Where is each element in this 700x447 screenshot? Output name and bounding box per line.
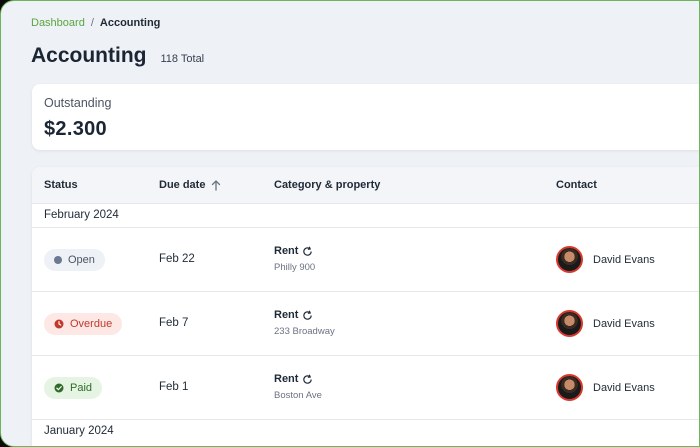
contact-cell: David Evans (556, 310, 655, 337)
column-header-category-label: Category & property (274, 179, 381, 191)
table-row[interactable]: Paid Feb 1 Rent Boston Ave David Evans (32, 356, 699, 420)
column-header-due-date[interactable]: Due date (159, 179, 221, 191)
column-header-due-date-label: Due date (159, 179, 206, 191)
contact-name: David Evans (593, 317, 655, 330)
avatar (556, 310, 583, 337)
accounting-table: Status Due date Category & property Cont… (32, 167, 699, 446)
status-label: Overdue (70, 318, 113, 330)
status-badge: Open (44, 249, 105, 271)
status-badge: Paid (44, 377, 103, 399)
property-label: 233 Broadway (274, 326, 335, 337)
category-label: Rent (274, 309, 299, 321)
category-cell: Rent Philly 900 (274, 245, 315, 273)
app-frame: Dashboard / Accounting Accounting 118 To… (0, 0, 700, 447)
recurring-icon (303, 374, 313, 384)
contact-cell: David Evans (556, 246, 655, 273)
clock-icon (54, 319, 64, 329)
breadcrumb-separator: / (90, 17, 94, 29)
outstanding-label: Outstanding (44, 96, 112, 110)
column-header-status[interactable]: Status (44, 179, 78, 191)
column-header-status-label: Status (44, 179, 78, 191)
breadcrumb: Dashboard / Accounting (31, 17, 160, 29)
due-date: Feb 22 (159, 253, 195, 265)
check-circle-icon (54, 383, 64, 393)
status-label: Paid (70, 382, 93, 394)
page-title: Accounting (31, 44, 147, 67)
column-header-category[interactable]: Category & property (274, 179, 380, 191)
status-badge: Overdue (44, 313, 123, 335)
outstanding-card: Outstanding $2.300 (32, 84, 699, 150)
avatar (556, 246, 583, 273)
table-row[interactable]: Open Feb 22 Rent Philly 900 David Evans (32, 228, 699, 292)
avatar (556, 374, 583, 401)
recurring-icon (303, 310, 313, 320)
breadcrumb-current: Accounting (99, 17, 161, 29)
title-row: Accounting 118 Total (31, 44, 204, 68)
category-cell: Rent Boston Ave (274, 373, 322, 401)
group-row-february: February 2024 (32, 204, 699, 228)
column-header-contact-label: Contact (556, 179, 597, 191)
due-date: Feb 7 (159, 317, 189, 329)
breadcrumb-dashboard-link[interactable]: Dashboard (31, 17, 85, 29)
contact-cell: David Evans (556, 374, 655, 401)
group-row-january: January 2024 (44, 425, 114, 437)
table-header: Status Due date Category & property Cont… (32, 167, 699, 204)
category-cell: Rent 233 Broadway (274, 309, 335, 337)
due-date: Feb 1 (159, 381, 189, 393)
property-label: Boston Ave (274, 390, 322, 401)
outstanding-value: $2.300 (44, 118, 107, 140)
contact-name: David Evans (593, 253, 655, 266)
total-count: 118 Total (160, 53, 205, 65)
table-row[interactable]: Overdue Feb 7 Rent 233 Broadway David Ev… (32, 292, 699, 356)
dot-icon (54, 256, 62, 264)
property-label: Philly 900 (274, 262, 316, 273)
contact-name: David Evans (593, 381, 655, 394)
status-label: Open (68, 254, 95, 266)
category-label: Rent (274, 245, 299, 257)
category-label: Rent (274, 373, 299, 385)
arrow-up-icon (212, 179, 221, 191)
recurring-icon (303, 246, 313, 256)
column-header-contact[interactable]: Contact (556, 179, 597, 191)
